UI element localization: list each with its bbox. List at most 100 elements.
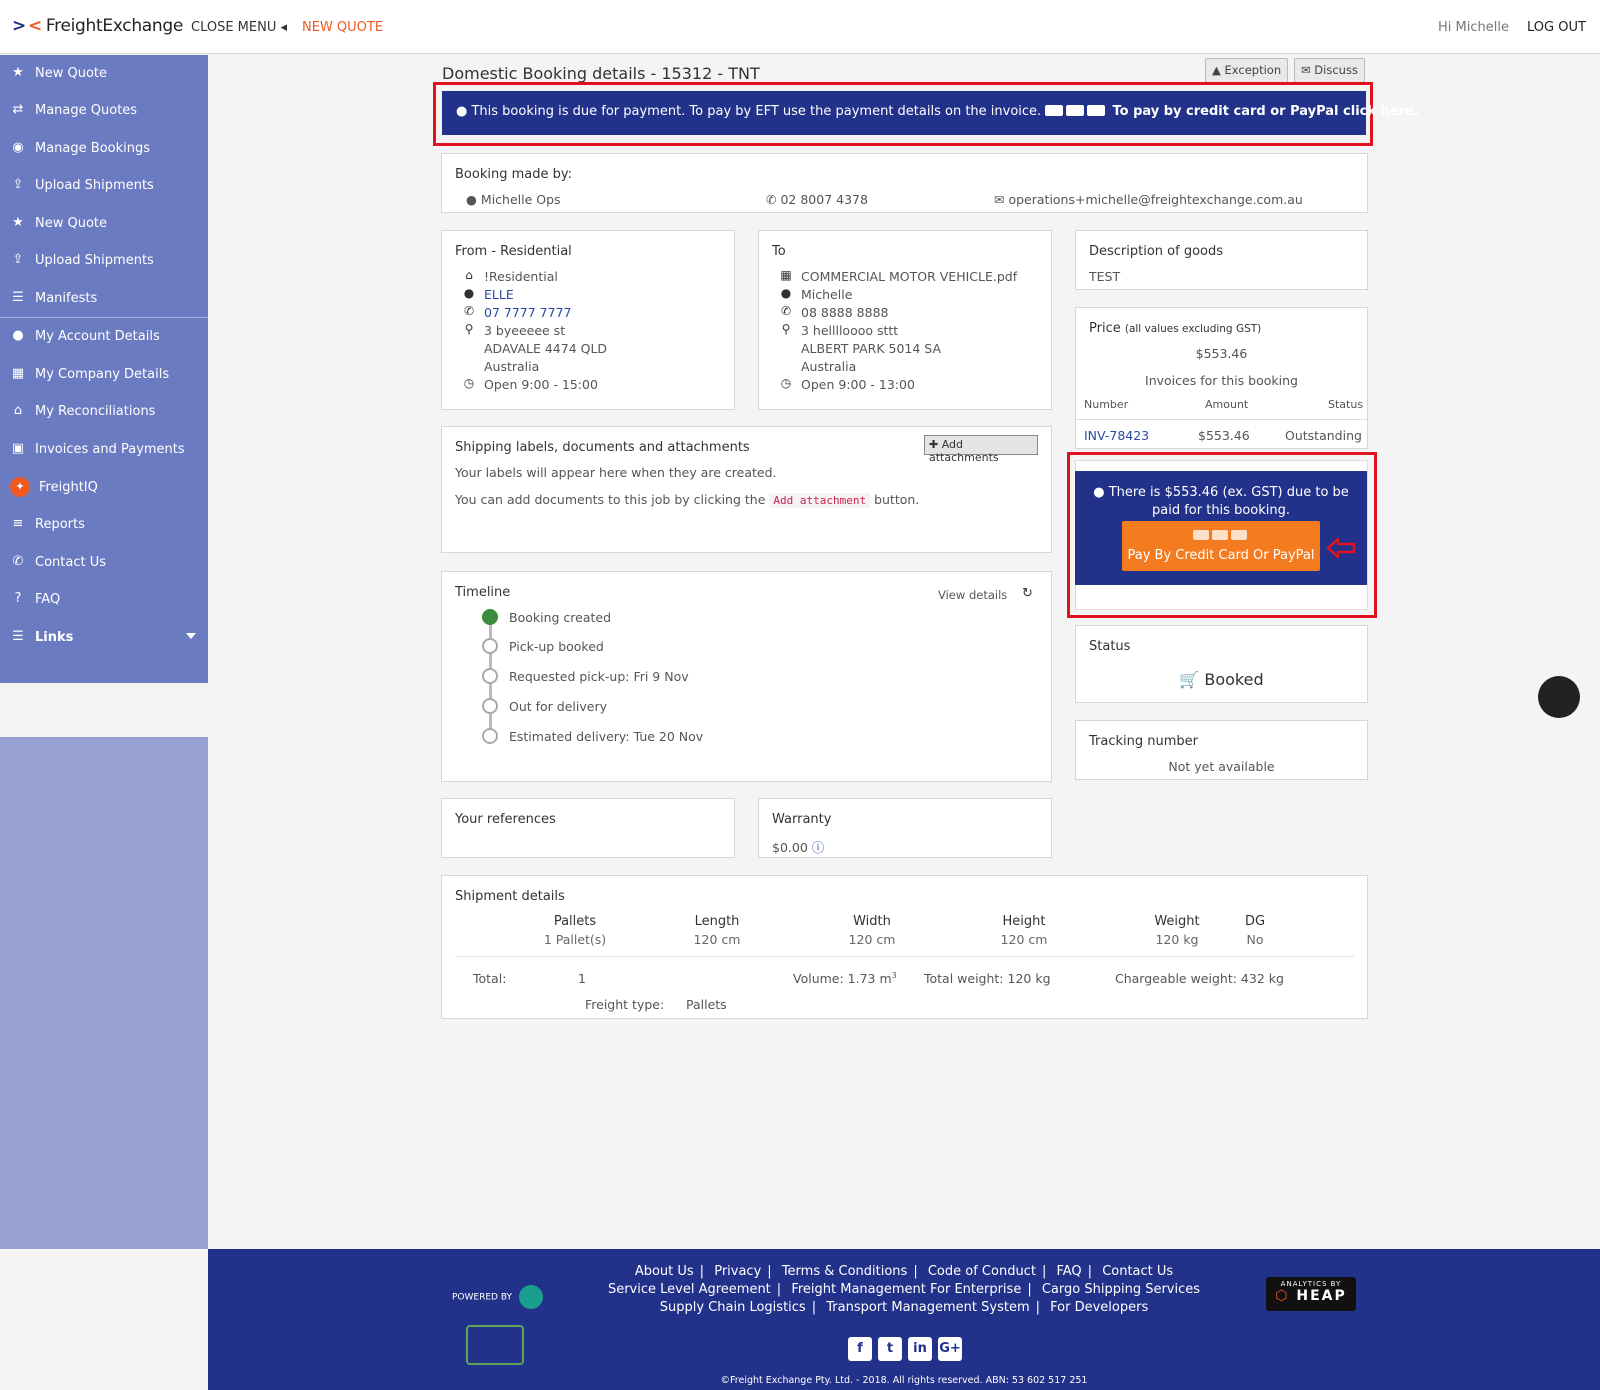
caret-down-icon: [186, 633, 196, 639]
footer-link-about[interactable]: About Us: [635, 1264, 694, 1279]
home-icon: ⌂: [465, 268, 473, 282]
booking-made-by-panel: Booking made by: ● Michelle Ops ✆ 02 800…: [441, 153, 1368, 213]
tracking-heading: Tracking number: [1089, 734, 1198, 749]
footer-link-developers[interactable]: For Developers: [1050, 1300, 1148, 1315]
attachments-line1: Your labels will appear here when they a…: [455, 465, 777, 480]
cell-weight: 120 kg: [1155, 932, 1199, 947]
sidebar-item-manage-quotes[interactable]: ⇄ Manage Quotes: [0, 93, 208, 127]
sidebar-filler: [0, 737, 208, 1249]
footer-link-cargo[interactable]: Cargo Shipping Services: [1042, 1282, 1200, 1297]
new-quote-link[interactable]: NEW QUOTE: [302, 20, 383, 35]
building-icon: ▦: [11, 366, 25, 381]
booker-name: ● Michelle Ops: [466, 192, 561, 207]
map-marker-icon: ⚲: [781, 322, 791, 336]
to-contact: Michelle: [801, 287, 853, 302]
sidebar-item-company[interactable]: ▦ My Company Details: [0, 357, 208, 391]
invoice-number-link[interactable]: INV-78423: [1084, 428, 1149, 443]
logo[interactable]: > < FreightExchange: [12, 16, 183, 36]
freight-type-label: Freight type:: [585, 997, 665, 1012]
tracking-panel: Tracking number Not yet available: [1075, 720, 1368, 780]
footer-link-enterprise[interactable]: Freight Management For Enterprise: [791, 1282, 1021, 1297]
to-city: ALBERT PARK 5014 SA: [801, 341, 942, 356]
sidebar-item-new-quote-2[interactable]: ★ New Quote: [0, 206, 208, 240]
star-icon: ★: [12, 65, 24, 80]
logout-button[interactable]: LOG OUT: [1527, 20, 1586, 35]
footer-link-terms[interactable]: Terms & Conditions: [782, 1264, 908, 1279]
col-width: Width: [853, 914, 891, 929]
timeline-dot-booking-created: [482, 609, 498, 625]
sidebar-item-account[interactable]: ● My Account Details: [0, 319, 208, 353]
price-amount: $553.46: [1195, 346, 1248, 361]
timeline-step-pickup-booked: Pick-up booked: [509, 639, 604, 654]
envelope-icon: ✉: [994, 192, 1005, 207]
chat-widget-tab[interactable]: [1538, 676, 1580, 718]
sidebar-item-manage-bookings[interactable]: ◉ Manage Bookings: [0, 131, 208, 165]
close-menu-button[interactable]: CLOSE MENU ◂: [191, 20, 287, 35]
shipment-heading: Shipment details: [455, 889, 565, 904]
invoice-status: Outstanding: [1285, 428, 1362, 443]
user-icon: ●: [463, 286, 475, 300]
google-plus-icon[interactable]: G+: [938, 1337, 962, 1361]
sidebar-item-new-quote[interactable]: ★ New Quote: [0, 56, 208, 90]
price-panel: Price (all values excluding GST) $553.46…: [1075, 307, 1368, 449]
from-heading: From - Residential: [455, 244, 572, 259]
sidebar-item-links[interactable]: ☰ Links: [0, 620, 208, 654]
dashboard-icon: ◉: [12, 140, 24, 155]
sidebar-item-contact[interactable]: ✆ Contact Us: [0, 545, 208, 579]
booking-made-by-heading: Booking made by:: [455, 167, 572, 182]
footer-link-supply-chain[interactable]: Supply Chain Logistics: [660, 1300, 806, 1315]
twitter-icon[interactable]: t: [878, 1337, 902, 1361]
sidebar-item-upload-shipments-2[interactable]: ⇪ Upload Shipments: [0, 243, 208, 277]
pay-button-label: Pay By Credit Card Or PayPal: [1127, 548, 1315, 563]
warranty-heading: Warranty: [772, 812, 832, 827]
timeline-dot-out-for-delivery: [482, 698, 498, 714]
pay-by-card-button[interactable]: Pay By Credit Card Or PayPal: [1122, 521, 1320, 571]
facebook-icon[interactable]: f: [848, 1337, 872, 1361]
to-heading: To: [772, 244, 786, 259]
goods-panel: Description of goods TEST: [1075, 230, 1368, 290]
exception-button[interactable]: ▲ Exception: [1205, 58, 1289, 83]
heap-badge[interactable]: ANALYTICS BY ⬡ HEAP: [1266, 1277, 1356, 1311]
sidebar-item-reconciliations[interactable]: ⌂ My Reconciliations: [0, 394, 208, 428]
phone-icon: ✆: [766, 192, 777, 207]
col-amount: Amount: [1205, 398, 1249, 411]
mastercard-icon: [1066, 105, 1085, 116]
add-attachments-button[interactable]: ✚ Add attachments: [924, 435, 1038, 464]
mastercard-icon: [1211, 530, 1228, 540]
sidebar-item-reports[interactable]: ≡ Reports: [0, 507, 208, 541]
total-value: 1: [578, 971, 586, 986]
col-status: Status: [1328, 398, 1364, 411]
sidebar-item-invoices[interactable]: ▣ Invoices and Payments: [0, 432, 208, 466]
to-street: 3 helllloooo sttt: [801, 323, 899, 338]
user-icon: ●: [780, 286, 792, 300]
help-icon[interactable]: ⓘ: [812, 840, 825, 855]
footer-link-privacy[interactable]: Privacy: [714, 1264, 761, 1279]
bank-icon: ⌂: [13, 403, 23, 418]
pay-by-card-link[interactable]: To pay by credit card or PayPal click he…: [1112, 104, 1418, 119]
to-country: Australia: [801, 359, 857, 374]
linkedin-icon[interactable]: in: [908, 1337, 932, 1361]
footer-link-tms[interactable]: Transport Management System: [826, 1300, 1029, 1315]
footer-link-faq[interactable]: FAQ: [1056, 1264, 1081, 1279]
sidebar-item-upload-shipments[interactable]: ⇪ Upload Shipments: [0, 168, 208, 202]
due-text: ● There is $553.46 (ex. GST) due to be p…: [1093, 485, 1349, 518]
upload-icon: ⇪: [12, 252, 24, 267]
plus-icon: ✚: [929, 438, 939, 451]
view-details-link[interactable]: View details: [938, 588, 1007, 602]
volume: Volume: 1.73 m3: [793, 971, 897, 987]
refresh-icon[interactable]: ↻: [1022, 586, 1033, 601]
upload-icon: ⇪: [12, 177, 24, 192]
col-dg: DG: [1244, 914, 1266, 929]
footer-link-code-of-conduct[interactable]: Code of Conduct: [928, 1264, 1036, 1279]
footer-links-row1: About Us | Privacy | Terms & Conditions | C…: [634, 1264, 1174, 1279]
sidebar-item-faq[interactable]: ? FAQ: [0, 582, 208, 616]
footer: POWERED BY About Us | Privacy | Terms & Co…: [208, 1249, 1600, 1390]
from-city: ADAVALE 4474 QLD: [484, 341, 608, 356]
sidebar-item-freightiq[interactable]: ✦ FreightIQ: [0, 470, 208, 504]
sidebar-item-manifests[interactable]: ☰ Manifests: [0, 281, 208, 315]
footer-link-sla[interactable]: Service Level Agreement: [608, 1282, 771, 1297]
shipment-divider: [455, 956, 1354, 957]
user-icon: ●: [12, 328, 24, 343]
footer-link-contact[interactable]: Contact Us: [1102, 1264, 1173, 1279]
discuss-button[interactable]: ✉ Discuss: [1294, 58, 1365, 83]
